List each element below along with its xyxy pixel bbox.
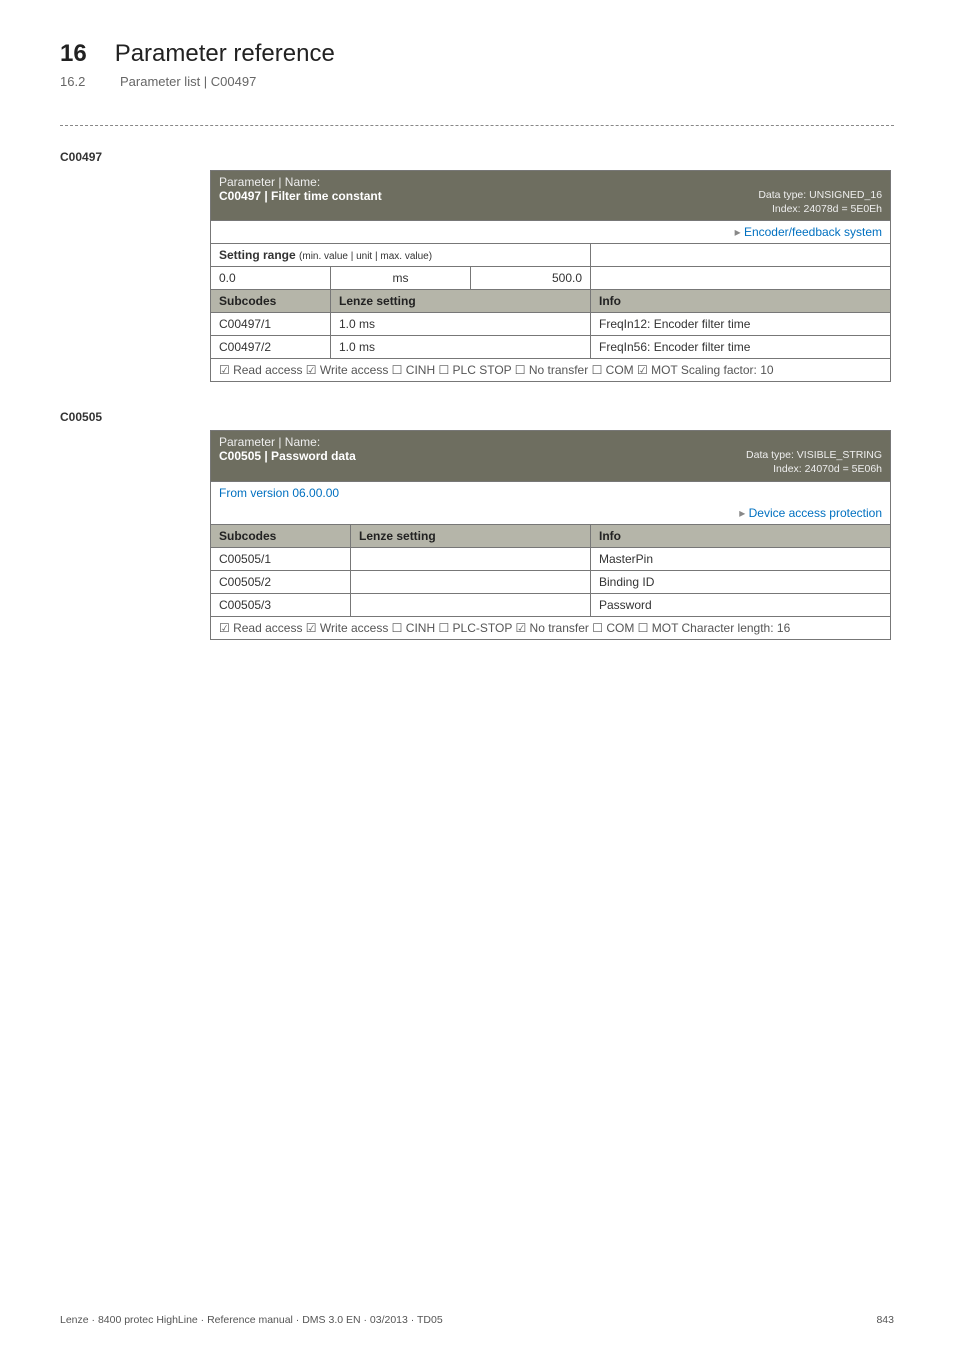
chapter-number: 16 — [60, 40, 87, 68]
page-header: 16 Parameter reference — [60, 40, 894, 68]
page-footer: Lenze · 8400 protec HighLine · Reference… — [0, 1314, 954, 1326]
footer-left: Lenze · 8400 protec HighLine · Reference… — [60, 1314, 443, 1326]
table-row: C00505/3 Password — [211, 593, 891, 616]
access-meta: ☑ Read access ☑ Write access ☐ CINH ☐ PL… — [219, 363, 774, 377]
link-row: ▸ Encoder/feedback system — [211, 221, 891, 244]
lenze-header: Lenze setting — [351, 524, 591, 547]
setting-range-sub: (min. value | unit | max. value) — [299, 251, 432, 262]
table-row: C00505/1 MasterPin — [211, 547, 891, 570]
separator-line — [60, 125, 894, 126]
subcode-cell: C00497/2 — [211, 336, 331, 359]
lenze-cell — [351, 570, 591, 593]
triangle-icon: ▸ — [739, 506, 745, 520]
section-number: 16.2 — [60, 74, 92, 89]
setting-range-values: 0.0 ms 500.0 — [211, 267, 891, 290]
param-name-row: Parameter | Name: C00497 | Filter time c… — [211, 171, 891, 221]
index-value: Index: 24078d = 5E0Eh — [772, 203, 882, 215]
subcodes-header: Subcodes — [211, 290, 331, 313]
column-headers: Subcodes Lenze setting Info — [211, 524, 891, 547]
subcode-cell: C00505/3 — [211, 593, 351, 616]
subcodes-header: Subcodes — [211, 524, 351, 547]
info-header: Info — [591, 524, 891, 547]
info-cell: Password — [591, 593, 891, 616]
setting-range-row: Setting range (min. value | unit | max. … — [211, 244, 891, 267]
subcode-cell: C00505/1 — [211, 547, 351, 570]
unit-value: ms — [331, 267, 471, 290]
table-row: C00497/1 1.0 ms FreqIn12: Encoder filter… — [211, 313, 891, 336]
info-cell: Binding ID — [591, 570, 891, 593]
setting-range-label: Setting range — [219, 248, 296, 262]
param-name-label: Parameter | Name: — [219, 175, 320, 189]
meta-row: ☑ Read access ☑ Write access ☐ CINH ☐ PL… — [211, 616, 891, 639]
triangle-icon: ▸ — [735, 225, 741, 239]
chapter-title: Parameter reference — [115, 40, 335, 68]
index-value: Index: 24070d = 5E06h — [773, 463, 882, 475]
param-name-value: C00497 | Filter time constant — [219, 189, 382, 203]
subcode-cell: C00497/1 — [211, 313, 331, 336]
column-headers: Subcodes Lenze setting Info — [211, 290, 891, 313]
lenze-cell — [351, 593, 591, 616]
table-row: C00505/2 Binding ID — [211, 570, 891, 593]
data-type: Data type: UNSIGNED_16 — [758, 189, 882, 201]
device-access-link[interactable]: Device access protection — [749, 506, 882, 520]
param-code-label: C00497 — [60, 150, 894, 164]
info-cell: MasterPin — [591, 547, 891, 570]
footer-page-number: 843 — [876, 1314, 894, 1326]
info-header: Info — [591, 290, 891, 313]
param-table-c00505: Parameter | Name: C00505 | Password data… — [210, 430, 891, 639]
page-subheader: 16.2 Parameter list | C00497 — [60, 74, 894, 89]
min-value: 0.0 — [211, 267, 331, 290]
lenze-cell: 1.0 ms — [331, 313, 591, 336]
param-code-label: C00505 — [60, 410, 894, 424]
param-table-c00497: Parameter | Name: C00497 | Filter time c… — [210, 170, 891, 382]
version-link[interactable]: From version 06.00.00 — [219, 486, 339, 500]
info-cell: FreqIn12: Encoder filter time — [591, 313, 891, 336]
access-meta: ☑ Read access ☑ Write access ☐ CINH ☐ PL… — [219, 621, 790, 635]
section-title: Parameter list | C00497 — [120, 74, 256, 89]
param-name-row: Parameter | Name: C00505 | Password data… — [211, 431, 891, 481]
lenze-header: Lenze setting — [331, 290, 591, 313]
param-name-value: C00505 | Password data — [219, 449, 356, 463]
lenze-cell: 1.0 ms — [331, 336, 591, 359]
info-cell: FreqIn56: Encoder filter time — [591, 336, 891, 359]
data-type: Data type: VISIBLE_STRING — [746, 449, 882, 461]
table-row: C00497/2 1.0 ms FreqIn56: Encoder filter… — [211, 336, 891, 359]
version-link-row: From version 06.00.00 ▸ Device access pr… — [211, 481, 891, 524]
feedback-link[interactable]: Encoder/feedback system — [744, 225, 882, 239]
meta-row: ☑ Read access ☑ Write access ☐ CINH ☐ PL… — [211, 359, 891, 382]
lenze-cell — [351, 547, 591, 570]
max-value: 500.0 — [471, 267, 591, 290]
subcode-cell: C00505/2 — [211, 570, 351, 593]
param-name-label: Parameter | Name: — [219, 435, 320, 449]
